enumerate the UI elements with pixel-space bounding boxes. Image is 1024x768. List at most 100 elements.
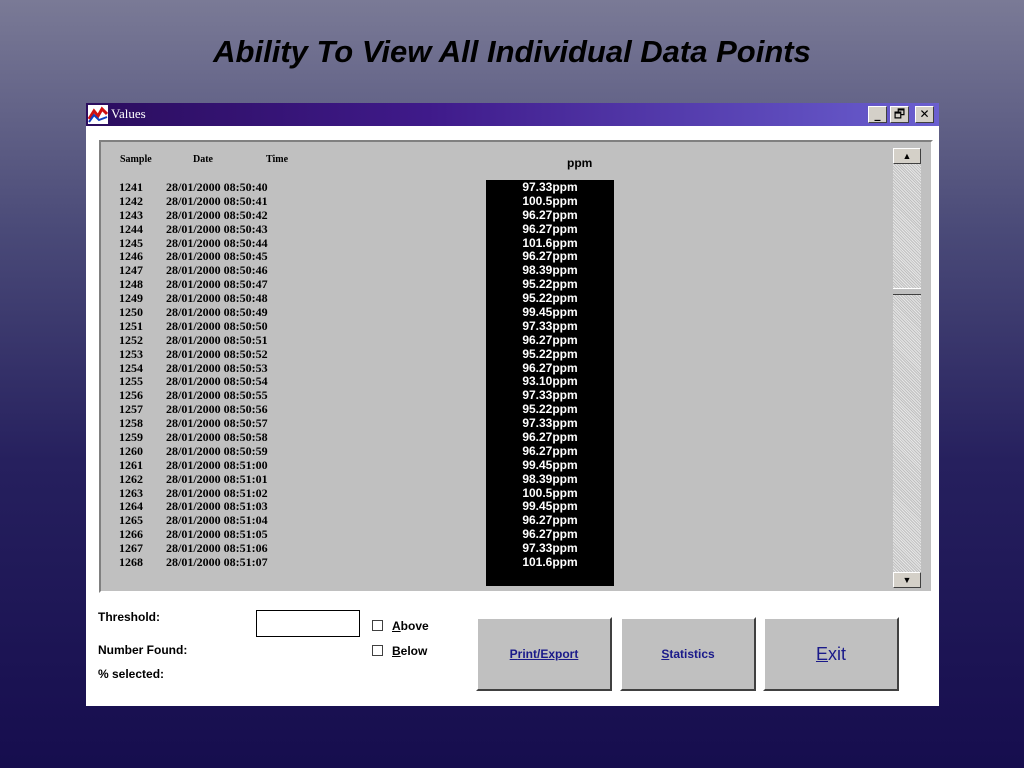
table-row[interactable]: 1251 28/01/2000 08:50:50	[119, 319, 319, 333]
data-rows[interactable]: 1241 28/01/2000 08:50:40 1242 28/01/2000 08…	[119, 180, 319, 569]
ppm-cell: 95.22ppm	[522, 346, 578, 361]
vertical-scrollbar[interactable]: ▲ ▼	[893, 148, 921, 588]
sample-cell: 1245	[119, 235, 143, 250]
datetime-cell: 28/01/2000 08:51:07	[166, 555, 268, 570]
ppm-cell: 98.39ppm	[522, 471, 578, 486]
datetime-cell: 28/01/2000 08:51:04	[166, 513, 268, 528]
datetime-cell: 28/01/2000 08:50:53	[166, 360, 268, 375]
ppm-cell: 96.27ppm	[522, 249, 578, 264]
table-row[interactable]: 1268 28/01/2000 08:51:07	[119, 555, 319, 569]
sample-cell: 1266	[119, 527, 143, 542]
table-row[interactable]: 1265 28/01/2000 08:51:04	[119, 513, 319, 527]
table-row[interactable]: 1262 28/01/2000 08:51:01	[119, 472, 319, 486]
table-row[interactable]: 1256 28/01/2000 08:50:55	[119, 388, 319, 402]
table-row[interactable]: 1242 28/01/2000 08:50:41	[119, 194, 319, 208]
datetime-cell: 28/01/2000 08:50:55	[166, 388, 268, 403]
sample-cell: 1252	[119, 332, 143, 347]
datetime-cell: 28/01/2000 08:50:41	[166, 193, 268, 208]
statistics-button[interactable]: Statistics	[620, 617, 756, 691]
datetime-cell: 28/01/2000 08:50:52	[166, 346, 268, 361]
table-row[interactable]: 1245 28/01/2000 08:50:44	[119, 236, 319, 250]
datetime-cell: 28/01/2000 08:51:03	[166, 499, 268, 514]
exit-button[interactable]: Exit	[763, 617, 899, 691]
table-row[interactable]: 1267 28/01/2000 08:51:06	[119, 541, 319, 555]
sample-cell: 1247	[119, 263, 143, 278]
ppm-cell: 97.33ppm	[522, 318, 578, 333]
minimize-button[interactable]: _	[868, 106, 887, 123]
table-row[interactable]: 1248 28/01/2000 08:50:47	[119, 277, 319, 291]
sample-cell: 1263	[119, 485, 143, 500]
table-row[interactable]: 1257 28/01/2000 08:50:56	[119, 402, 319, 416]
sample-cell: 1262	[119, 471, 143, 486]
table-row[interactable]: 1266 28/01/2000 08:51:05	[119, 527, 319, 541]
table-row[interactable]: 1260 28/01/2000 08:50:59	[119, 444, 319, 458]
sample-cell: 1264	[119, 499, 143, 514]
table-row[interactable]: 1243 28/01/2000 08:50:42	[119, 208, 319, 222]
datetime-cell: 28/01/2000 08:51:06	[166, 541, 268, 556]
table-row[interactable]: 1241 28/01/2000 08:50:40	[119, 180, 319, 194]
slide-title: Ability To View All Individual Data Poin…	[213, 34, 811, 69]
table-row[interactable]: 1261 28/01/2000 08:51:00	[119, 458, 319, 472]
scroll-down-arrow-icon[interactable]: ▼	[893, 572, 921, 588]
sample-cell: 1260	[119, 443, 143, 458]
table-row[interactable]: 1249 28/01/2000 08:50:48	[119, 291, 319, 305]
sample-cell: 1267	[119, 541, 143, 556]
ppm-cell: 97.33ppm	[522, 416, 578, 431]
table-row[interactable]: 1252 28/01/2000 08:50:51	[119, 333, 319, 347]
window-title: Values	[111, 106, 146, 121]
ppm-cell: 99.45ppm	[522, 457, 578, 472]
table-row[interactable]: 1254 28/01/2000 08:50:53	[119, 361, 319, 375]
ppm-column[interactable]: 97.33ppm 100.5ppm 96.27ppm 96.27ppm 101.6ppm…	[486, 180, 614, 586]
table-row[interactable]: 1246 28/01/2000 08:50:45	[119, 249, 319, 263]
threshold-input[interactable]	[256, 610, 360, 637]
ppm-cell: 99.45ppm	[522, 499, 578, 514]
print-export-button[interactable]: Print/Export	[476, 617, 612, 691]
threshold-label: Threshold:	[98, 610, 160, 624]
table-row[interactable]: 1255 28/01/2000 08:50:54	[119, 374, 319, 388]
datetime-cell: 28/01/2000 08:50:44	[166, 235, 268, 250]
ppm-cell: 93.10ppm	[522, 374, 578, 389]
ppm-cell: 96.27ppm	[522, 430, 578, 445]
sample-cell: 1261	[119, 457, 143, 472]
sample-cell: 1250	[119, 305, 143, 320]
window-titlebar[interactable]: Values _ 🗗 ✕	[86, 103, 939, 126]
table-row[interactable]: 1259 28/01/2000 08:50:58	[119, 430, 319, 444]
restore-button[interactable]: 🗗	[890, 106, 909, 123]
table-row[interactable]: 1244 28/01/2000 08:50:43	[119, 222, 319, 236]
datetime-cell: 28/01/2000 08:50:42	[166, 207, 268, 222]
below-checkbox[interactable]	[372, 645, 383, 656]
sample-cell: 1253	[119, 346, 143, 361]
datetime-cell: 28/01/2000 08:50:46	[166, 263, 268, 278]
header-time: Time	[266, 154, 289, 165]
scrollbar-thumb[interactable]	[893, 288, 921, 296]
close-button[interactable]: ✕	[915, 106, 934, 123]
sample-cell: 1256	[119, 388, 143, 403]
datetime-cell: 28/01/2000 08:50:56	[166, 402, 268, 417]
table-row[interactable]: 1263 28/01/2000 08:51:02	[119, 486, 319, 500]
ppm-cell: 97.33ppm	[522, 388, 578, 403]
table-row[interactable]: 1264 28/01/2000 08:51:03	[119, 499, 319, 513]
ppm-cell: 95.22ppm	[522, 277, 578, 292]
ppm-cell: 100.5ppm	[522, 485, 578, 500]
scroll-up-arrow-icon[interactable]: ▲	[893, 148, 921, 164]
sample-cell: 1268	[119, 555, 143, 570]
sample-cell: 1254	[119, 360, 143, 375]
percent-selected-label: % selected:	[98, 667, 165, 681]
ppm-cell: 96.27ppm	[522, 513, 578, 528]
table-row[interactable]: 1250 28/01/2000 08:50:49	[119, 305, 319, 319]
ppm-cell: 101.6ppm	[522, 235, 578, 250]
ppm-cell: 97.33ppm	[522, 541, 578, 556]
above-checkbox[interactable]	[372, 620, 383, 631]
table-row[interactable]: 1258 28/01/2000 08:50:57	[119, 416, 319, 430]
datetime-cell: 28/01/2000 08:50:50	[166, 318, 268, 333]
table-row[interactable]: 1253 28/01/2000 08:50:52	[119, 347, 319, 361]
header-date: Date	[193, 154, 213, 165]
ppm-cell: 101.6ppm	[522, 555, 578, 570]
header-sample: Sample	[120, 154, 152, 165]
sample-cell: 1246	[119, 249, 143, 264]
sample-cell: 1248	[119, 277, 143, 292]
table-row[interactable]: 1247 28/01/2000 08:50:46	[119, 263, 319, 277]
sample-cell: 1241	[119, 180, 143, 194]
ppm-cell: 97.33ppm	[522, 180, 578, 194]
ppm-cell: 96.27ppm	[522, 527, 578, 542]
